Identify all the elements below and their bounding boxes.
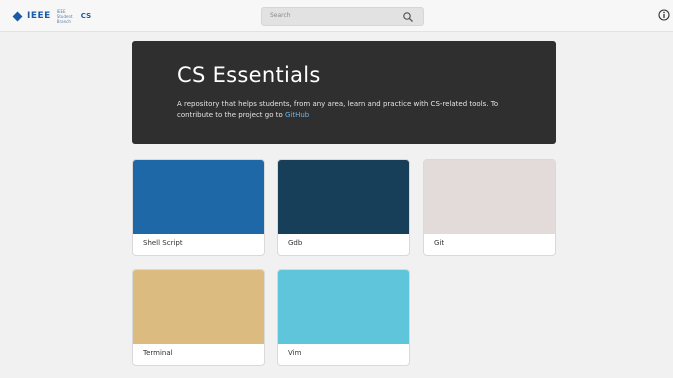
search-input[interactable]: Search bbox=[261, 7, 424, 26]
hero-description-text: A repository that helps students, from a… bbox=[177, 100, 499, 119]
card-image bbox=[278, 160, 409, 234]
top-navbar: IEEE IEEE Student Branch CS Search bbox=[0, 0, 673, 32]
card-image bbox=[278, 270, 409, 344]
search-placeholder: Search bbox=[270, 12, 291, 19]
page-title: CS Essentials bbox=[177, 63, 321, 87]
card-image bbox=[133, 160, 264, 234]
logo-text: IEEE bbox=[27, 11, 51, 21]
hero-description: A repository that helps students, from a… bbox=[177, 99, 517, 121]
ieee-diamond-icon bbox=[12, 11, 23, 21]
card-label: Vim bbox=[288, 349, 302, 357]
card-shell-script[interactable]: Shell Script bbox=[132, 159, 265, 256]
search-icon[interactable] bbox=[402, 11, 414, 23]
card-terminal[interactable]: Terminal bbox=[132, 269, 265, 366]
card-vim[interactable]: Vim bbox=[277, 269, 410, 366]
hero-banner: CS Essentials A repository that helps st… bbox=[132, 41, 556, 144]
logo-subtext: IEEE Student Branch bbox=[56, 8, 73, 24]
info-icon[interactable] bbox=[658, 9, 670, 21]
card-label: Git bbox=[434, 239, 445, 247]
card-gdb[interactable]: Gdb bbox=[277, 159, 410, 256]
ieee-cs-logo[interactable]: IEEE IEEE Student Branch CS bbox=[12, 8, 92, 24]
card-label: Gdb bbox=[288, 239, 303, 247]
card-git[interactable]: Git bbox=[423, 159, 556, 256]
logo-cs-text: CS bbox=[80, 12, 92, 20]
card-image bbox=[424, 160, 555, 234]
github-link[interactable]: GitHub bbox=[285, 111, 309, 119]
card-image bbox=[133, 270, 264, 344]
card-label: Terminal bbox=[143, 349, 173, 357]
card-label: Shell Script bbox=[143, 239, 183, 247]
